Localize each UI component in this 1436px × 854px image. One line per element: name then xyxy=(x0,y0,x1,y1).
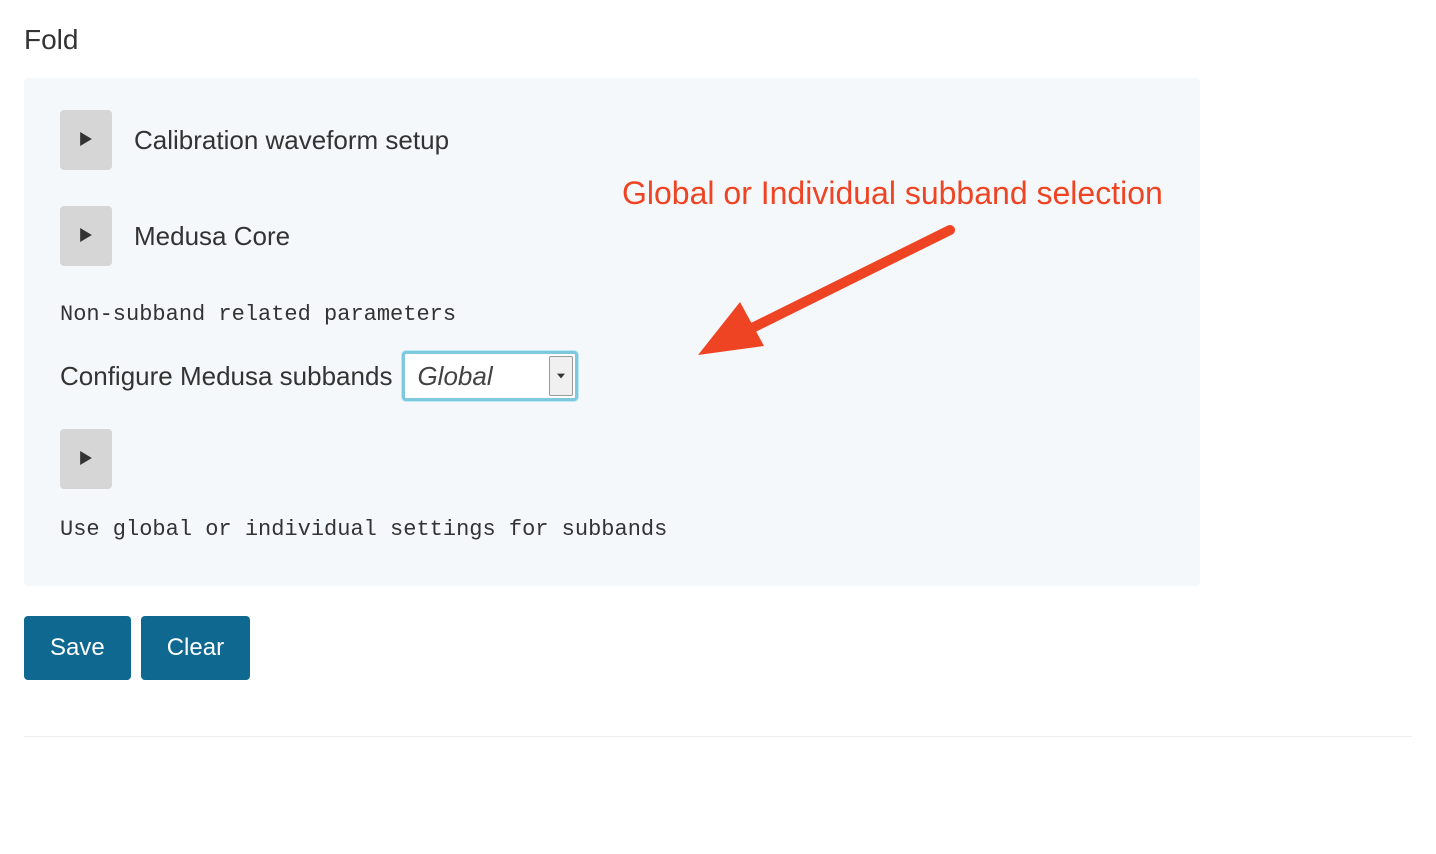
section-calibration: Calibration waveform setup xyxy=(60,110,1164,170)
triangle-right-icon xyxy=(80,451,92,468)
non-subband-note: Non-subband related parameters xyxy=(60,302,1164,327)
configure-subbands-label: Configure Medusa subbands xyxy=(60,361,392,392)
section-medusa-core: Medusa Core xyxy=(60,206,1164,266)
configure-subbands-row: Configure Medusa subbands Global xyxy=(60,351,1164,401)
page-title: Fold xyxy=(24,24,1412,56)
section-label: Calibration waveform setup xyxy=(134,125,449,156)
fold-panel: Calibration waveform setup Medusa Core N… xyxy=(24,78,1200,586)
triangle-right-icon xyxy=(80,228,92,245)
page-root: Fold Calibration waveform setup Medusa C… xyxy=(0,0,1436,769)
divider xyxy=(24,736,1412,737)
chevron-down-icon xyxy=(549,356,573,396)
section-label: Medusa Core xyxy=(134,221,290,252)
expand-calibration-button[interactable] xyxy=(60,110,112,170)
subband-expand-row xyxy=(60,429,1164,489)
save-button[interactable]: Save xyxy=(24,616,131,680)
expand-medusa-core-button[interactable] xyxy=(60,206,112,266)
triangle-right-icon xyxy=(80,132,92,149)
subband-mode-select[interactable]: Global xyxy=(402,351,578,401)
action-button-row: Save Clear xyxy=(24,616,1412,680)
expand-subband-button[interactable] xyxy=(60,429,112,489)
subband-help-text: Use global or individual settings for su… xyxy=(60,517,1164,542)
clear-button[interactable]: Clear xyxy=(141,616,250,680)
